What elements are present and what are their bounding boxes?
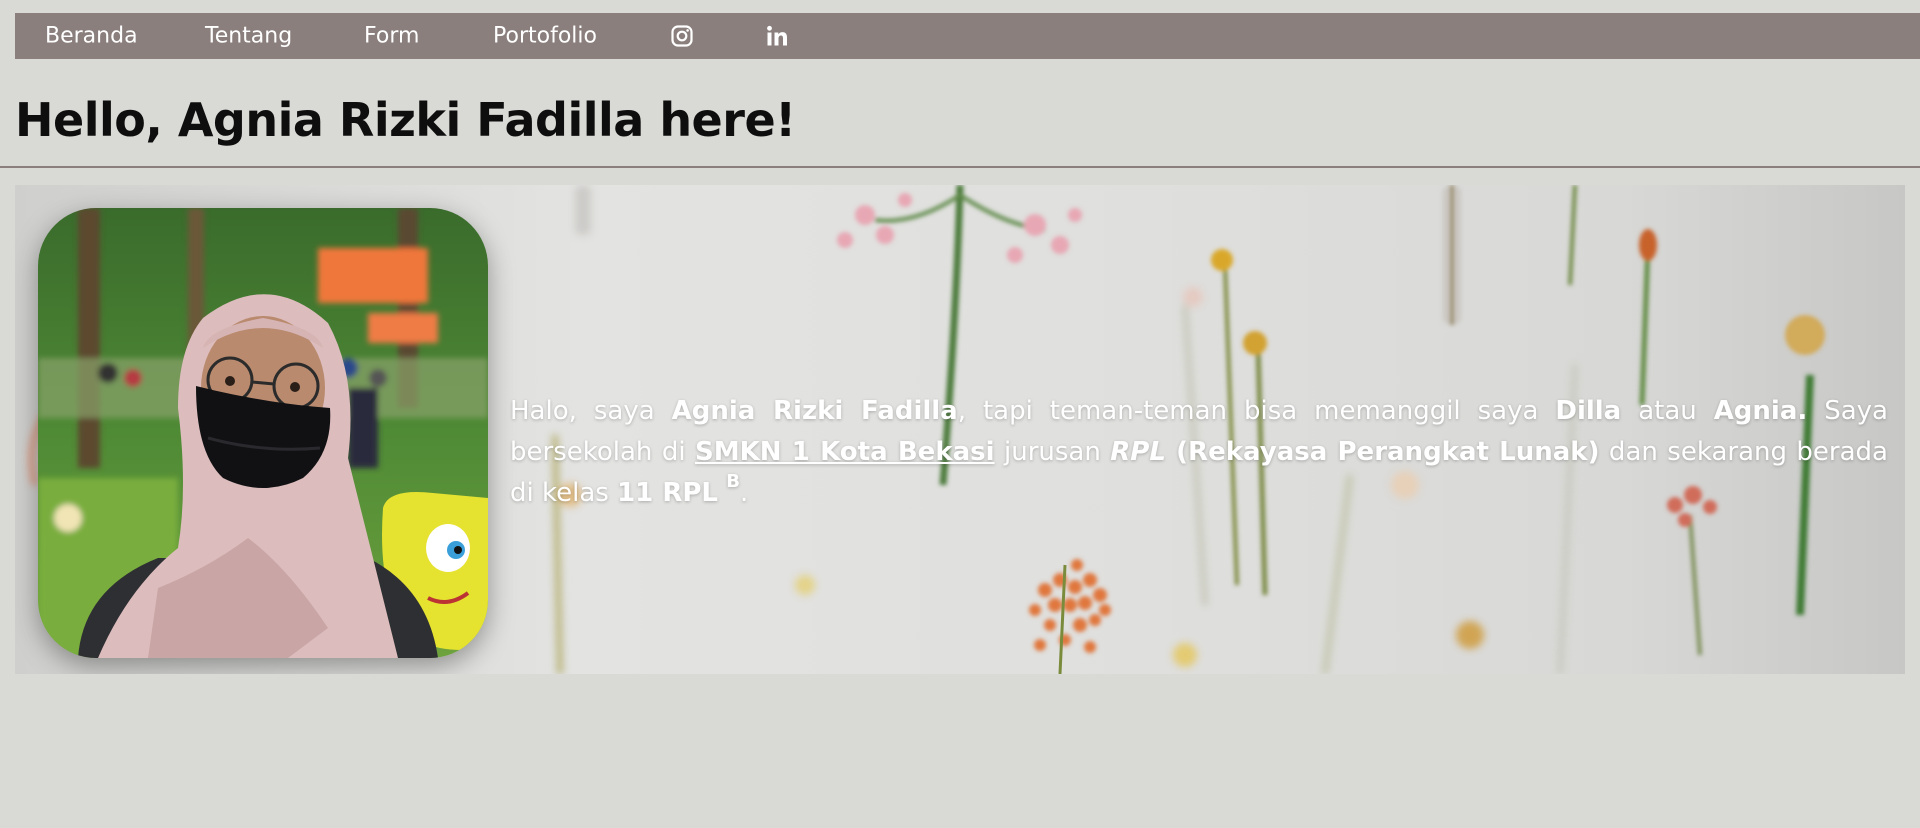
linkedin-icon[interactable] — [765, 24, 789, 48]
class-superscript: B — [726, 471, 740, 492]
major-full-name: (Rekayasa Perangkat Lunak) — [1165, 437, 1600, 467]
intro-text-3: atau — [1621, 396, 1714, 426]
header-divider — [0, 166, 1920, 168]
profile-photo — [38, 208, 488, 658]
intro-nickname-1: Dilla — [1555, 396, 1622, 426]
top-navbar: Beranda Tentang Form Portofolio — [15, 13, 1920, 59]
nav-tentang[interactable]: Tentang — [205, 24, 292, 49]
intro-text-5: jurusan — [994, 437, 1111, 467]
major-abbreviation: RPL — [1110, 437, 1166, 467]
intro-full-name: Agnia Rizki Fadilla — [671, 396, 958, 426]
page-title: Hello, Agnia Rizki Fadilla here! — [15, 93, 796, 147]
intro-text-2: , tapi teman-teman bisa memanggil saya — [957, 396, 1556, 426]
nav-form[interactable]: Form — [364, 24, 419, 49]
instagram-icon[interactable] — [670, 24, 694, 48]
nav-portofolio[interactable]: Portofolio — [493, 24, 597, 49]
intro-paragraph: Halo, saya Agnia Rizki Fadilla, tapi tem… — [510, 391, 1888, 514]
intro-nickname-2: Agnia. — [1713, 396, 1808, 426]
intro-text-1: Halo, saya — [510, 396, 672, 426]
school-link[interactable]: SMKN 1 Kota Bekasi — [695, 437, 995, 467]
class-name: 11 RPL — [617, 478, 718, 508]
nav-beranda[interactable]: Beranda — [45, 24, 138, 49]
hero-banner: Halo, saya Agnia Rizki Fadilla, tapi tem… — [15, 185, 1905, 674]
intro-text-7: . — [739, 478, 749, 508]
